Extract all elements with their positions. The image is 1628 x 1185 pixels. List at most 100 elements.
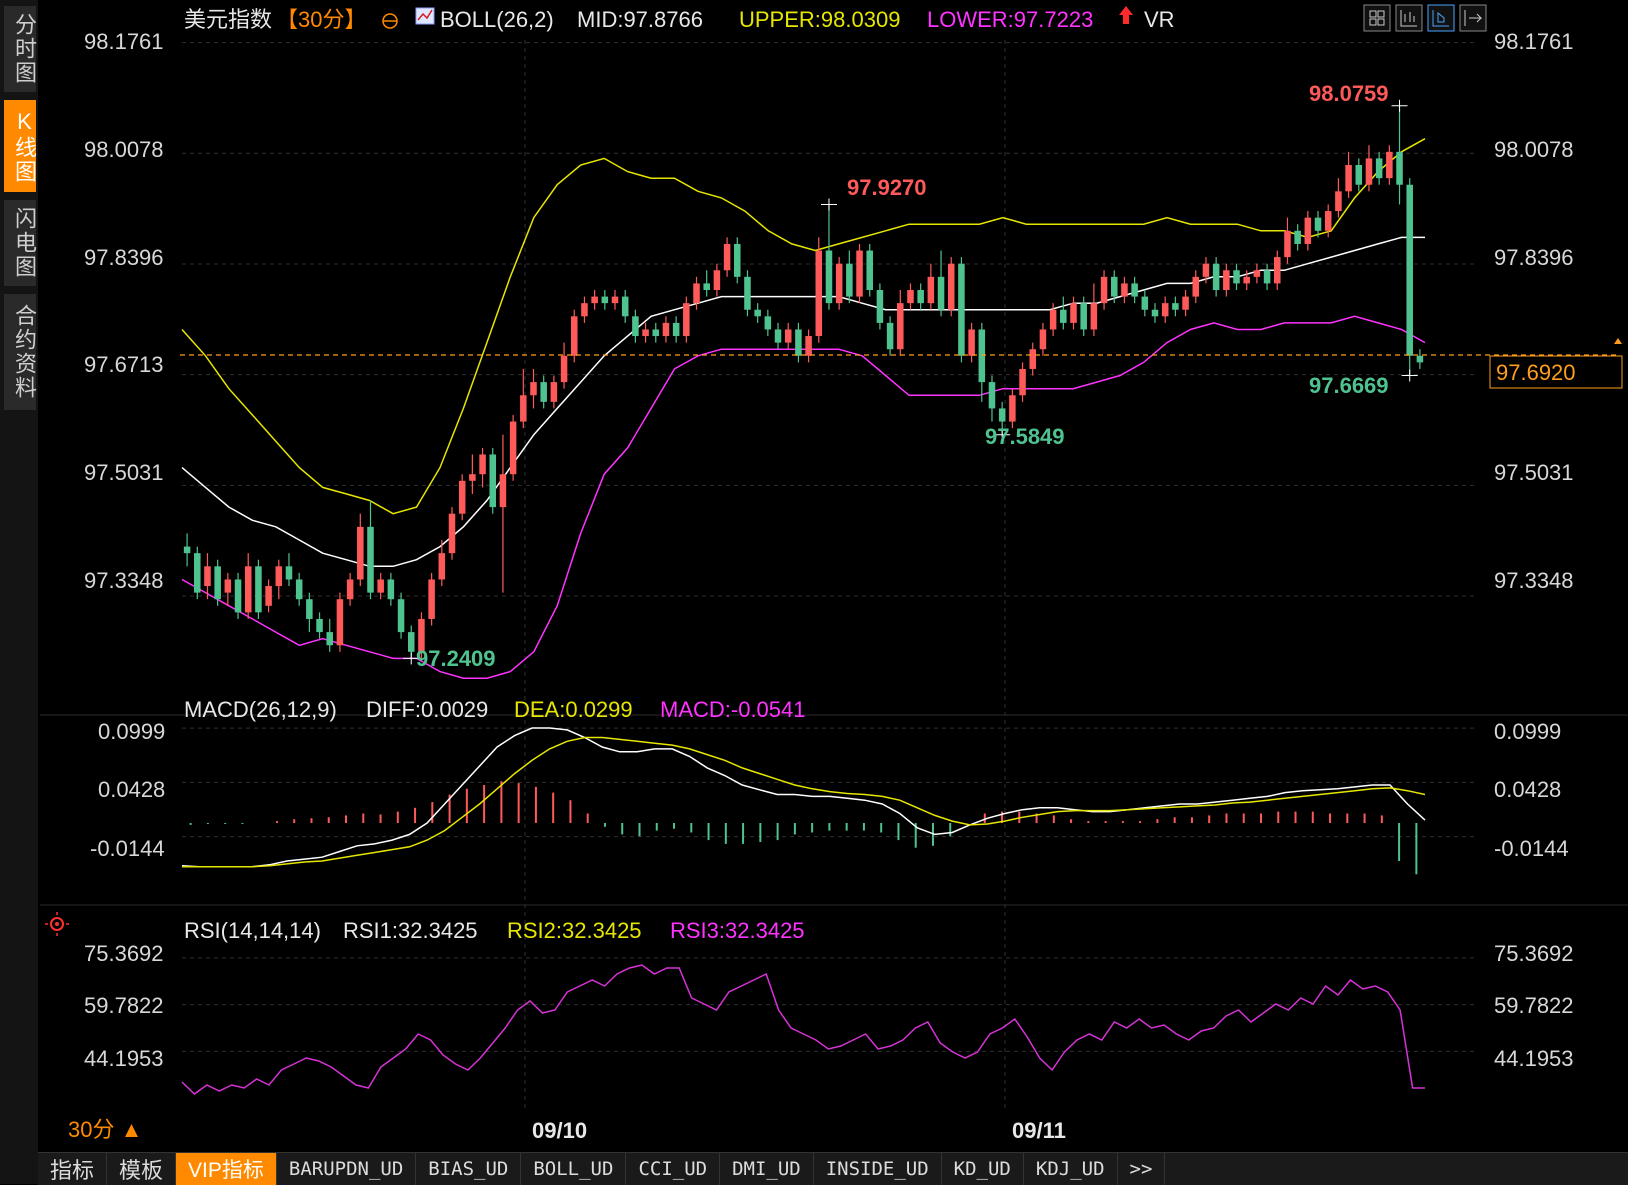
candle-body [520,395,527,422]
candle-body [1284,230,1291,258]
arrow-up-icon[interactable] [1119,6,1133,24]
candle-body [387,579,395,600]
candle-body [244,566,252,613]
candle-body [1416,355,1424,363]
candle-body [621,296,629,317]
candle-body [1223,270,1230,290]
candle-body [897,303,904,350]
candle-body [693,283,700,304]
candle-body [367,526,374,593]
tab-bias[interactable]: BIAS_UD [416,1153,522,1185]
chart-layout-icon[interactable] [1395,4,1423,32]
candle-body [1009,395,1016,422]
candle-body [764,316,772,330]
candle-body [907,290,914,304]
caret-up-icon: ▲ [120,1117,143,1142]
tab-kd[interactable]: KD_UD [942,1153,1024,1185]
chart-canvas[interactable]: 美元指数 【30分】 BOLL(26,2) MID:97.8766 UPPER:… [0,0,1628,1152]
candle-body [214,566,221,600]
candle-body [835,263,843,304]
chart-active-icon[interactable] [1427,4,1455,32]
price-axis-left: 98.1761 98.0078 97.8396 97.6713 97.5031 … [84,29,164,593]
candle-body [683,303,690,337]
candle-body [550,382,558,402]
tab-cci[interactable]: CCI_UD [626,1153,721,1185]
tab-boll[interactable]: BOLL_UD [521,1153,627,1185]
tab-more[interactable]: >> [1118,1153,1166,1185]
candle-body [1396,151,1403,185]
candle-body [886,322,894,350]
candle-body [1324,211,1332,231]
low-label-3: 97.6669 [1309,373,1389,398]
tab-vip-indicators[interactable]: VIP指标 [176,1153,277,1185]
svg-text:59.7822: 59.7822 [84,993,164,1018]
candle-body [1314,217,1322,231]
candle-body [1274,257,1281,284]
grid-layout-icon[interactable] [1363,4,1391,32]
tab-barupdn[interactable]: BARUPDN_UD [277,1153,417,1185]
rsi2-value: RSI2:32.3425 [507,918,642,943]
candle-body [1121,283,1128,297]
current-price-value: 97.6920 [1496,360,1576,385]
svg-text:97.5031: 97.5031 [1494,460,1574,485]
period-selector[interactable]: 30分 ▲ [68,1112,142,1144]
svg-text:44.1953: 44.1953 [1494,1046,1574,1071]
candle-body [1365,158,1373,185]
macd-axis-left: 0.0999 0.0428 -0.0144 [90,719,165,861]
svg-text:-0.0144: -0.0144 [90,836,165,861]
candle-body [703,283,710,290]
candle-body [754,309,761,317]
candle-body [672,322,680,337]
candle-body [1080,303,1087,330]
crosshair-icon[interactable] [382,13,398,29]
candle-body [744,276,751,310]
candle-body [1335,191,1342,212]
tab-indicators[interactable]: 指标 [38,1153,108,1185]
boll-upper-value: UPPER:98.0309 [739,7,900,32]
rsi-panel [181,964,1425,1095]
macd-panel [181,727,1426,875]
svg-text:0.0428: 0.0428 [1494,777,1561,802]
tab-inside[interactable]: INSIDE_UD [814,1153,942,1185]
candle-body [540,382,547,402]
settings-icon[interactable] [45,912,69,936]
candle-body [560,355,568,383]
rsi1-value: RSI1:32.3425 [343,918,478,943]
candle-body [1243,276,1250,284]
candle-body [601,296,609,304]
indicator-chart-icon[interactable] [415,7,435,25]
expand-icon[interactable] [1459,4,1487,32]
candle-body [1039,329,1047,350]
candle-body [265,586,272,606]
candle-body [774,329,782,343]
candle-body [968,329,975,356]
rsi-name: RSI(14,14,14) [184,918,321,943]
tab-templates[interactable]: 模板 [107,1153,177,1185]
date-label-2: 09/11 [1012,1118,1066,1143]
high-label-1: 97.9270 [847,175,927,200]
candle-body [438,553,446,580]
svg-text:98.0078: 98.0078 [84,137,164,162]
tab-dmi[interactable]: DMI_UD [720,1153,814,1185]
boll-mid-line [181,236,1425,568]
tab-kdj[interactable]: KDJ_UD [1024,1153,1118,1185]
macd-dea-line [182,736,1426,868]
candle-body [958,263,965,356]
candle-body [1049,309,1057,330]
svg-text:97.8396: 97.8396 [1494,245,1574,270]
candle-body [723,243,731,271]
candle-body [917,290,924,304]
candle-body [662,322,670,337]
candle-body [1019,368,1026,396]
candle-body [825,250,833,304]
candle-body [1151,309,1159,317]
candle-body [1304,217,1312,244]
svg-text:97.3348: 97.3348 [84,568,164,593]
candle-body [1090,303,1098,330]
candle-body [306,599,313,619]
low-label-2: 97.5849 [985,424,1065,449]
candle-body [1070,303,1077,323]
period-tag[interactable]: 【30分】 [276,7,366,32]
vr-label[interactable]: VR [1144,7,1175,32]
candle-body [1131,283,1138,297]
